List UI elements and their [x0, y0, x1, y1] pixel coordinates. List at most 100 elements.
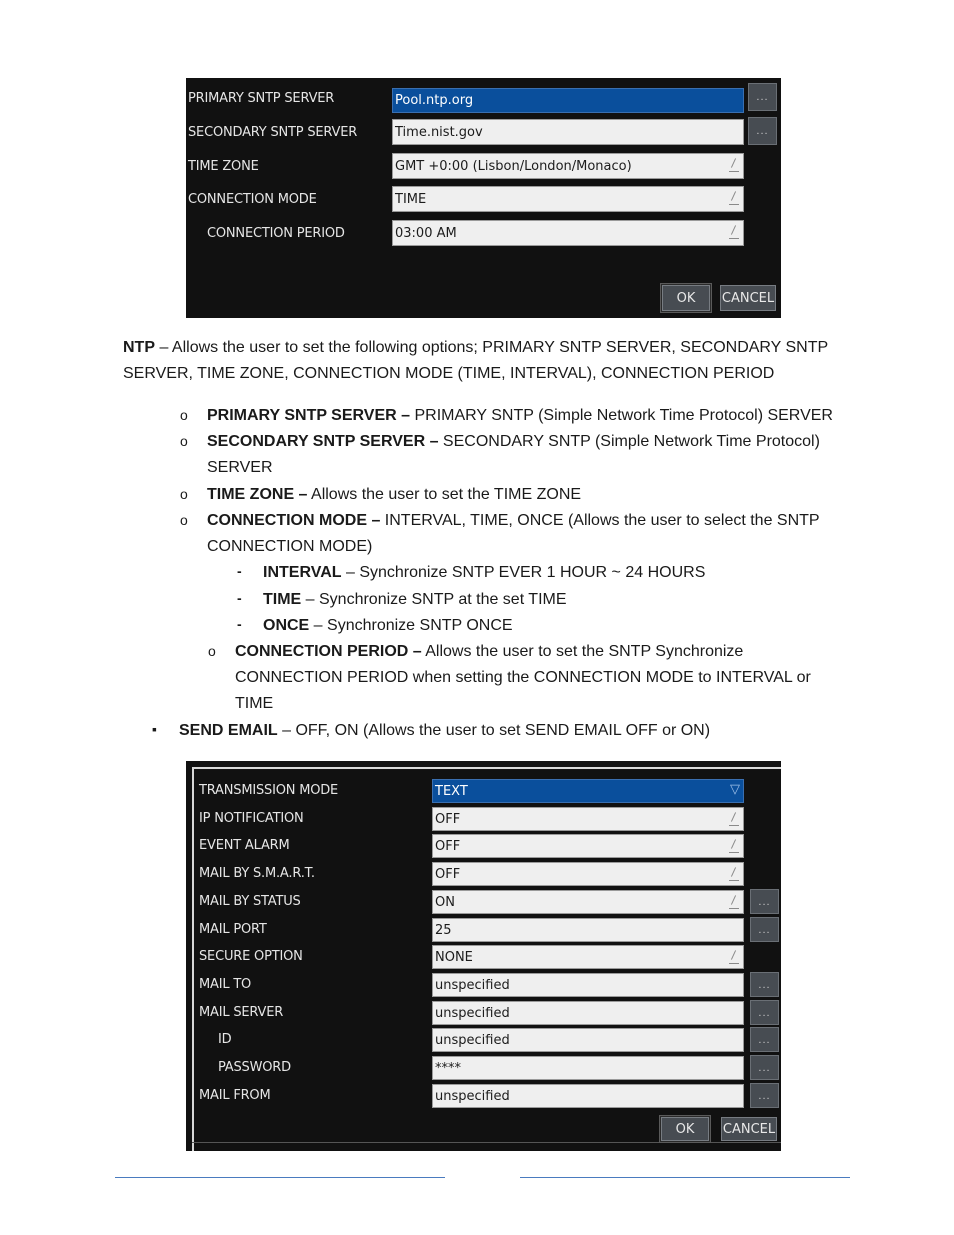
edit-icon — [729, 156, 739, 174]
mail-by-status-value: ON — [435, 894, 455, 910]
footer-rule-right — [520, 1177, 850, 1178]
mail-server-value: unspecified — [435, 1005, 510, 1021]
mail-by-status-browse-button[interactable]: ... — [750, 889, 779, 914]
secondary-sntp-server-label: SECONDARY SNTP SERVER — [188, 125, 358, 140]
mail-port-field[interactable]: 25 — [432, 918, 744, 942]
mail-to-browse-button[interactable]: ... — [750, 972, 779, 997]
ip-notification-field[interactable]: OFF — [432, 807, 744, 831]
list-item-time: TIME – Synchronize SNTP at the set TIME — [263, 591, 567, 608]
event-alarm-field[interactable]: OFF — [432, 834, 744, 858]
connection-period-label: CONNECTION PERIOD — [207, 226, 345, 241]
connection-mode-field[interactable]: TIME — [392, 186, 744, 212]
edit-icon — [729, 948, 739, 966]
ellipsis-icon: ... — [756, 91, 769, 103]
mail-port-browse-button[interactable]: ... — [750, 917, 779, 942]
edit-icon — [729, 223, 739, 241]
time-zone-field[interactable]: GMT +0:00 (Lisbon/London/Monaco) — [392, 153, 744, 179]
password-field[interactable]: **** — [432, 1056, 744, 1080]
cancel-button[interactable]: CANCEL — [721, 1117, 777, 1141]
bullet-circle: o — [180, 512, 188, 528]
ellipsis-icon: ... — [758, 1089, 771, 1102]
password-value: **** — [435, 1060, 461, 1076]
email-settings-panel: TRANSMISSION MODE TEXT ▽ IP NOTIFICATION OFF… — [186, 761, 781, 1151]
ellipsis-icon: ... — [756, 125, 769, 137]
bullet-circle: o — [180, 486, 188, 502]
panel-frame-bottom — [192, 1142, 781, 1143]
edit-icon — [729, 189, 739, 207]
mail-by-s-m-a-r-t-value: OFF — [435, 866, 461, 882]
connection-mode-label: CONNECTION MODE — [188, 192, 317, 207]
bullet-circle: o — [180, 407, 188, 423]
mail-by-status-field[interactable]: ON — [432, 890, 744, 914]
ntp-settings-panel: PRIMARY SNTP SERVER Pool.ntp.org ... SEC… — [186, 78, 781, 318]
secondary-sntp-server-value: Time.nist.gov — [395, 124, 483, 140]
primary-sntp-browse-button[interactable]: ... — [748, 83, 777, 111]
bullet-circle: o — [208, 643, 216, 659]
edit-icon — [729, 810, 739, 828]
list-item-secondary-sntp: SECONDARY SNTP SERVER – SECONDARY SNTP (… — [207, 433, 820, 476]
footer-rule-left — [115, 1177, 445, 1178]
transmission-mode-label: TRANSMISSION MODE — [199, 783, 339, 798]
connection-period-field[interactable]: 03:00 AM — [392, 220, 744, 246]
connection-period-value: 03:00 AM — [395, 225, 457, 241]
mail-from-field[interactable]: unspecified — [432, 1084, 744, 1108]
id-browse-button[interactable]: ... — [750, 1027, 779, 1052]
mail-port-value: 25 — [435, 922, 452, 938]
ntp-description-text: – Allows the user to set the following o… — [123, 339, 828, 382]
transmission-mode-value: TEXT — [435, 783, 468, 799]
primary-sntp-server-value: Pool.ntp.org — [395, 93, 474, 108]
mail-from-value: unspecified — [435, 1088, 510, 1104]
id-field[interactable]: unspecified — [432, 1028, 744, 1052]
list-item-interval: INTERVAL – Synchronize SNTP EVER 1 HOUR … — [263, 564, 706, 581]
mail-from-browse-button[interactable]: ... — [750, 1083, 779, 1108]
mail-server-browse-button[interactable]: ... — [750, 1000, 779, 1025]
list-item-send-email: SEND EMAIL – OFF, ON (Allows the user to… — [179, 722, 711, 739]
ok-button[interactable]: OK — [660, 1116, 710, 1142]
primary-sntp-server-field[interactable]: Pool.ntp.org — [392, 88, 744, 113]
mail-by-s-m-a-r-t-label: MAIL BY S.M.A.R.T. — [199, 866, 315, 881]
ip-notification-label: IP NOTIFICATION — [199, 811, 304, 826]
password-browse-button[interactable]: ... — [750, 1055, 779, 1080]
cancel-button[interactable]: CANCEL — [720, 285, 776, 311]
transmission-mode-field[interactable]: TEXT ▽ — [432, 779, 744, 803]
secure-option-label: SECURE OPTION — [199, 949, 303, 964]
ntp-term: NTP — [123, 339, 155, 356]
list-item-connection-mode: CONNECTION MODE – INTERVAL, TIME, ONCE (… — [207, 512, 820, 555]
time-zone-value: GMT +0:00 (Lisbon/London/Monaco) — [395, 158, 632, 174]
time-zone-label: TIME ZONE — [188, 159, 259, 174]
ellipsis-icon: ... — [758, 978, 771, 991]
connection-mode-value: TIME — [395, 191, 427, 207]
primary-sntp-server-label: PRIMARY SNTP SERVER — [188, 91, 335, 106]
panel-frame-top — [192, 767, 781, 769]
mail-by-s-m-a-r-t-field[interactable]: OFF — [432, 862, 744, 886]
event-alarm-value: OFF — [435, 838, 461, 854]
secure-option-field[interactable]: NONE — [432, 945, 744, 969]
mail-by-status-label: MAIL BY STATUS — [199, 894, 301, 909]
dropdown-icon: ▽ — [730, 782, 740, 797]
secure-option-value: NONE — [435, 949, 473, 965]
ip-notification-value: OFF — [435, 811, 461, 827]
bullet-square: ▪ — [152, 721, 157, 737]
list-item-connection-period: CONNECTION PERIOD – Allows the user to s… — [235, 643, 811, 712]
mail-to-value: unspecified — [435, 977, 510, 993]
mail-to-label: MAIL TO — [199, 977, 252, 992]
panel-frame-left — [192, 767, 194, 1151]
password-label: PASSWORD — [218, 1060, 291, 1075]
mail-to-field[interactable]: unspecified — [432, 973, 744, 997]
ellipsis-icon: ... — [758, 923, 771, 936]
ok-button[interactable]: OK — [661, 284, 711, 312]
bullet-dash: - — [237, 563, 242, 579]
ellipsis-icon: ... — [758, 1061, 771, 1074]
mail-server-field[interactable]: unspecified — [432, 1001, 744, 1025]
mail-from-label: MAIL FROM — [199, 1088, 271, 1103]
id-value: unspecified — [435, 1032, 510, 1048]
secondary-sntp-browse-button[interactable]: ... — [748, 117, 777, 145]
mail-port-label: MAIL PORT — [199, 922, 267, 937]
secondary-sntp-server-field[interactable]: Time.nist.gov — [392, 119, 744, 145]
bullet-dash: - — [237, 590, 242, 606]
id-label: ID — [218, 1032, 232, 1047]
edit-icon — [729, 837, 739, 855]
edit-icon — [729, 893, 739, 911]
list-item-once: ONCE – Synchronize SNTP ONCE — [263, 617, 513, 634]
ntp-description: NTP – Allows the user to set the followi… — [123, 335, 853, 387]
